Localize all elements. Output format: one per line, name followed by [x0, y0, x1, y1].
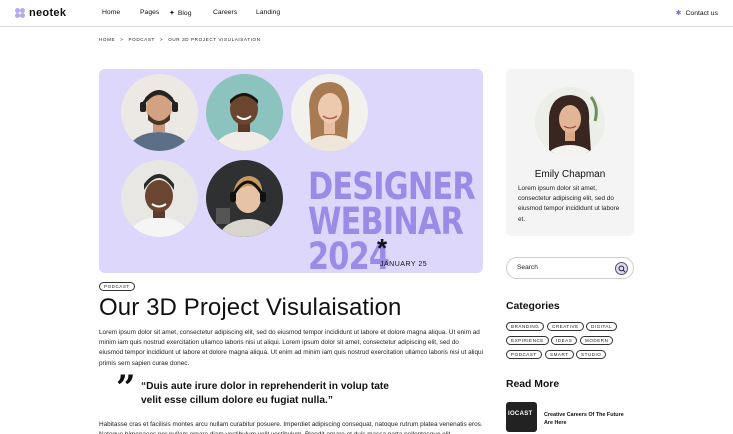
read-more-thumb-text: IOCAST [508, 411, 533, 417]
logo-text: neotek [29, 7, 67, 19]
hero-title: DESIGNER WEBINAR 2024 [308, 165, 476, 273]
breadcrumb-current: OUR 3D PROJECT VISULAISATION [168, 37, 261, 42]
logo-mark-icon [15, 8, 25, 18]
category-chip[interactable]: DIGITAL [586, 322, 618, 331]
speaker-avatar-4 [121, 160, 198, 237]
nav-blog-label: Blog [177, 10, 192, 17]
speaker-avatar-2 [206, 74, 283, 151]
star-icon: ✦ [169, 10, 175, 17]
read-more-title[interactable]: Creative Careers Of The Future Are Here [544, 411, 624, 427]
nav-careers[interactable]: Careers [213, 9, 237, 16]
article-paragraph-2: Habitasse cras et facilisis montes arcu … [99, 421, 483, 434]
author-bio: Lorem ipsum dolor sit amet, consectetur … [518, 185, 620, 223]
nav-blog[interactable]: ✦ Blog [169, 9, 191, 17]
read-more-thumbnail[interactable]: IOCAST [506, 402, 537, 432]
speaker-avatar-3 [291, 74, 368, 151]
nav-home[interactable]: Home [102, 9, 120, 16]
blockquote: “Duis aute irure dolor in reprehenderit … [141, 381, 389, 406]
search-icon [617, 264, 626, 273]
category-chip[interactable]: EXPIRIENCE [506, 336, 549, 345]
category-chip[interactable]: MODERN [580, 336, 614, 345]
author-avatar [535, 87, 605, 157]
hero-title-line-1: DESIGNER [308, 165, 476, 208]
speaker-avatar-1 [121, 74, 198, 151]
category-chip[interactable]: IDEAS [551, 336, 578, 345]
article-tag[interactable]: PODCAST [99, 282, 135, 291]
hero-date: JANUARY 25 [380, 261, 428, 268]
category-chip[interactable]: BRANDING [506, 322, 545, 331]
breadcrumb-separator: > [159, 37, 164, 42]
site-header: neotek Home Pages ✦ Blog Careers Landing … [0, 0, 733, 27]
breadcrumb-separator: > [120, 37, 124, 42]
category-chip[interactable]: CREATIVE [547, 322, 584, 331]
author-card: Emily Chapman Lorem ipsum dolor sit amet… [506, 69, 634, 236]
breadcrumb: HOME > PODCAST > OUR 3D PROJECT VISULAIS… [99, 37, 261, 42]
author-name: Emily Chapman [534, 169, 606, 180]
search-input[interactable] [517, 264, 607, 271]
breadcrumb-home[interactable]: HOME [99, 37, 115, 42]
speaker-avatar-5 [206, 160, 283, 237]
nav-landing[interactable]: Landing [256, 9, 280, 16]
contact-link[interactable]: ✱ Contact us [675, 9, 719, 18]
logo[interactable]: neotek [15, 7, 66, 19]
categories-heading: Categories [506, 301, 560, 312]
read-more-heading: Read More [506, 379, 560, 390]
hero-title-line-2: WEBINAR [308, 200, 464, 243]
quote-icon: ” [116, 368, 136, 408]
hero-asterisk: * [377, 233, 388, 263]
nav-pages[interactable]: Pages [140, 9, 159, 16]
contact-label: Contact us [685, 9, 719, 17]
article-title: Our 3D Project Visulaisation [99, 294, 402, 321]
breadcrumb-podcast[interactable]: PODCAST [128, 37, 154, 42]
search-box [506, 257, 634, 279]
hero-banner: DESIGNER WEBINAR 2024 * JANUARY 25 [99, 69, 483, 273]
asterisk-icon: ✱ [675, 10, 682, 17]
category-chip[interactable]: SMART [545, 350, 574, 359]
search-button[interactable] [615, 262, 628, 275]
category-chip[interactable]: STUDIO [576, 350, 607, 359]
category-chip[interactable]: PODCAST [506, 350, 542, 359]
article-paragraph: Lorem ipsum dolor sit amet, consectetur … [99, 329, 483, 367]
